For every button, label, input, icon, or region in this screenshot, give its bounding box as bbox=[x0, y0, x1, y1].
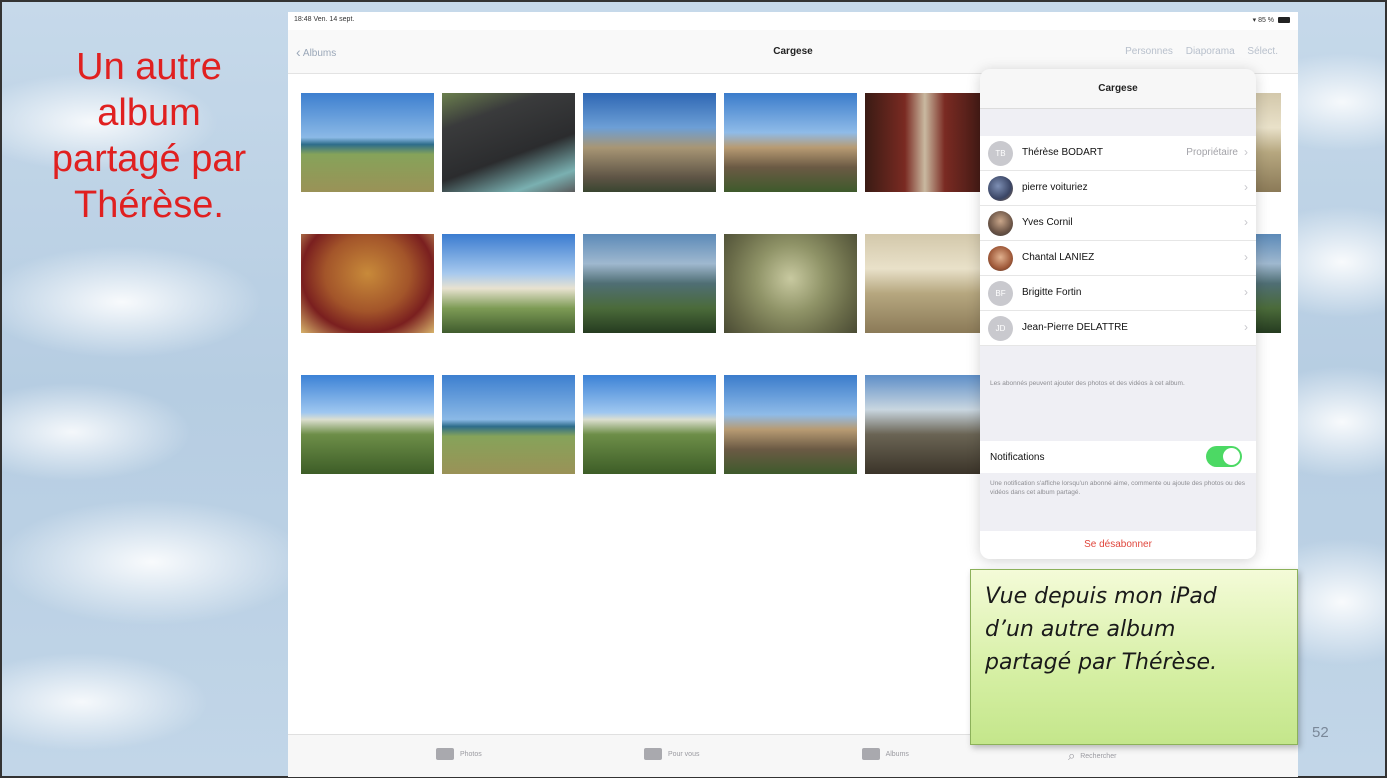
list-item[interactable]: Chantal LANIEZ › bbox=[980, 241, 1256, 276]
notifications-row: Notifications bbox=[980, 441, 1256, 473]
person-name: Yves Cornil bbox=[1022, 217, 1073, 228]
person-name: pierre voituriez bbox=[1022, 182, 1088, 193]
unsubscribe-button[interactable]: Se désabonner bbox=[980, 531, 1256, 559]
chevron-right-icon: › bbox=[1244, 180, 1248, 194]
callout-line-1: Vue depuis mon iPad bbox=[985, 584, 1217, 609]
slide-background: Un autre album partagé par Thérèse. 18:4… bbox=[0, 0, 1387, 778]
photo-hills-2[interactable] bbox=[583, 375, 716, 474]
battery-percent: 85 % bbox=[1258, 17, 1275, 24]
photo-church-tower[interactable] bbox=[583, 93, 716, 192]
slideshow-button[interactable]: Diaporama bbox=[1186, 46, 1235, 57]
people-button[interactable]: Personnes bbox=[1125, 46, 1173, 57]
for-you-icon bbox=[644, 748, 662, 760]
photo-coast-2[interactable] bbox=[442, 375, 575, 474]
list-item[interactable]: BF Brigitte Fortin › bbox=[980, 276, 1256, 311]
avatar: TB bbox=[988, 141, 1013, 166]
tab-search-label: Rechercher bbox=[1080, 752, 1117, 760]
photo-coast[interactable] bbox=[301, 93, 434, 192]
search-icon: ⌕ bbox=[1068, 748, 1076, 763]
toggle-knob bbox=[1223, 448, 1240, 465]
list-item[interactable]: JD Jean-Pierre DELATTRE › bbox=[980, 311, 1256, 346]
callout-box: Vue depuis mon iPad d’un autre album par… bbox=[970, 569, 1298, 745]
slide-number: 52 bbox=[1312, 724, 1329, 741]
tab-search[interactable]: ⌕ Rechercher bbox=[1068, 748, 1116, 764]
list-item[interactable]: TB Thérèse BODART Propriétaire › bbox=[980, 136, 1256, 171]
photo-chapel[interactable] bbox=[724, 93, 857, 192]
nav-bar: ‹ Albums Cargese Personnes Diaporama Sél… bbox=[288, 30, 1298, 74]
avatar: BF bbox=[988, 281, 1013, 306]
tab-photos-label: Photos bbox=[459, 750, 482, 758]
slide-title-line-4: Thérèse. bbox=[74, 184, 224, 226]
notifications-label: Notifications bbox=[990, 452, 1045, 463]
slide-title-line-1: Un autre bbox=[76, 46, 222, 88]
select-button[interactable]: Sélect. bbox=[1247, 46, 1278, 57]
photos-icon bbox=[436, 748, 454, 760]
person-name: Brigitte Fortin bbox=[1022, 287, 1082, 298]
person-name: Jean-Pierre DELATTRE bbox=[1022, 322, 1128, 333]
tab-photos[interactable]: Photos bbox=[436, 748, 482, 760]
notifications-note: Une notification s'affiche lorsqu'un abo… bbox=[990, 480, 1245, 496]
slide-title-line-2: album bbox=[97, 92, 201, 134]
people-list: TB Thérèse BODART Propriétaire › pierre … bbox=[980, 136, 1256, 346]
photo-harbor[interactable] bbox=[583, 234, 716, 333]
tab-for-you[interactable]: Pour vous bbox=[644, 748, 699, 760]
nav-actions: Personnes Diaporama Sélect. bbox=[1115, 46, 1278, 57]
popover-title: Cargese bbox=[980, 69, 1256, 109]
chevron-right-icon: › bbox=[1244, 250, 1248, 264]
photo-village[interactable] bbox=[442, 234, 575, 333]
chevron-right-icon: › bbox=[1244, 320, 1248, 334]
wifi-icon: ▾ bbox=[1252, 17, 1257, 24]
photo-dome[interactable] bbox=[724, 234, 857, 333]
tab-albums[interactable]: Albums bbox=[862, 748, 909, 760]
slide-title-line-3: partagé par bbox=[51, 138, 247, 180]
chevron-right-icon: › bbox=[1244, 215, 1248, 229]
subscribers-note: Les abonnés peuvent ajouter des photos e… bbox=[990, 380, 1185, 387]
battery-icon bbox=[1278, 17, 1290, 24]
photo-plaque[interactable] bbox=[442, 93, 575, 192]
photo-chapel-2[interactable] bbox=[724, 375, 857, 474]
avatar bbox=[988, 211, 1013, 236]
tab-albums-label: Albums bbox=[885, 750, 909, 758]
person-name: Chantal LANIEZ bbox=[1022, 252, 1095, 263]
callout-line-3: partagé par Thérèse. bbox=[985, 650, 1218, 675]
list-item[interactable]: pierre voituriez › bbox=[980, 171, 1256, 206]
photo-hills[interactable] bbox=[301, 375, 434, 474]
status-right: ▾ 85 % bbox=[1253, 16, 1290, 24]
callout-line-2: d’un autre album bbox=[985, 617, 1176, 642]
tab-for-you-label: Pour vous bbox=[667, 750, 700, 758]
person-name: Thérèse BODART bbox=[1022, 147, 1103, 158]
notifications-toggle[interactable] bbox=[1206, 446, 1242, 467]
person-role: Propriétaire bbox=[1186, 147, 1238, 158]
photo-interior[interactable] bbox=[865, 234, 998, 333]
list-item[interactable]: Yves Cornil › bbox=[980, 206, 1256, 241]
photo-fresco[interactable] bbox=[301, 234, 434, 333]
people-popover: Cargese TB Thérèse BODART Propriétaire ›… bbox=[980, 69, 1256, 559]
status-bar: 18:48 Ven. 14 sept. ▾ 85 % bbox=[288, 12, 1298, 30]
status-time-date: 18:48 Ven. 14 sept. bbox=[294, 16, 355, 23]
photo-terrace[interactable] bbox=[865, 375, 998, 474]
chevron-right-icon: › bbox=[1244, 145, 1248, 159]
avatar bbox=[988, 246, 1013, 271]
albums-icon bbox=[862, 748, 880, 760]
photo-altar[interactable] bbox=[865, 93, 998, 192]
avatar bbox=[988, 176, 1013, 201]
avatar: JD bbox=[988, 316, 1013, 341]
chevron-right-icon: › bbox=[1244, 285, 1248, 299]
slide-title: Un autre album partagé par Thérèse. bbox=[24, 44, 274, 228]
